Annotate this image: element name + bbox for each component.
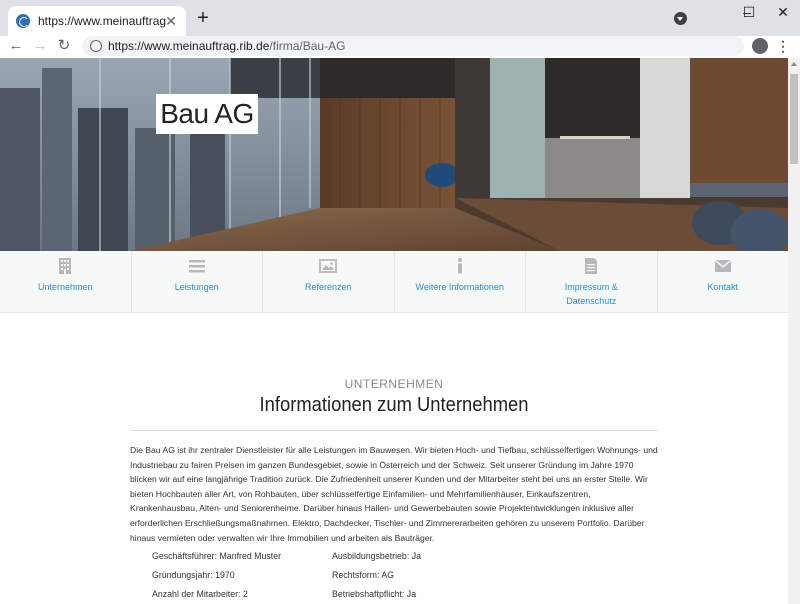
reload-icon[interactable]: ↻	[54, 36, 74, 58]
document-icon	[585, 258, 598, 274]
browser-menu-icon[interactable]: ⋮	[776, 36, 790, 56]
image-icon	[319, 259, 338, 273]
nav-label-unternehmen: Unternehmen	[37, 282, 93, 292]
nav-item-leistungen[interactable]: Leistungen	[132, 251, 263, 313]
company-nav-bar: Unternehmen Leistungen Referenzen Weiter…	[0, 251, 788, 313]
globe-icon	[90, 40, 102, 52]
fact-employee-count: Anzahl der Mitarbeiter: 2	[152, 589, 248, 599]
nav-label-referenzen: Referenzen	[304, 282, 352, 292]
tab-title: https://www.meinauftrag.rib.de/f	[38, 14, 166, 28]
browser-toolbar: ← → ↻ https://www.meinauftrag.rib.de/fir…	[0, 36, 800, 58]
nav-label-leistungen: Leistungen	[174, 282, 219, 292]
company-name-title: Bau AG	[160, 98, 254, 129]
nav-label-impressum: Impressum & Datenschutz	[564, 282, 618, 306]
browser-tab-bar: https://www.meinauftrag.rib.de/f ✕ + – ☐…	[0, 0, 800, 36]
fact-legal-form: Rechtsform: AG	[332, 570, 395, 580]
section-overline: UNTERNEHMEN	[344, 377, 444, 391]
section-title: Informationen zum Unternehmen	[259, 394, 529, 416]
nav-item-impressum[interactable]: Impressum & Datenschutz	[526, 251, 658, 313]
envelope-icon	[714, 259, 732, 272]
back-arrow-icon[interactable]: ←	[6, 36, 26, 58]
nav-item-weitere-informationen[interactable]: Weitere Informationen	[395, 251, 526, 313]
section-divider	[130, 430, 658, 431]
page-viewport: Bau AG Unternehmen Leistungen Referenzen	[0, 58, 788, 604]
address-bar[interactable]: https://www.meinauftrag.rib.de/firma/Bau…	[82, 36, 744, 56]
company-description: Die Bau AG ist ihr zentraler Dienstleist…	[130, 445, 658, 543]
fact-training-company: Ausbildungsbetrieb: Ja	[332, 551, 422, 561]
close-window-button[interactable]: ✕	[768, 2, 798, 22]
hero-title-box: Bau AG	[156, 94, 258, 134]
new-tab-button[interactable]: +	[192, 8, 214, 30]
nav-item-kontakt[interactable]: Kontakt	[658, 251, 789, 313]
url-text: https://www.meinauftrag.rib.de/firma/Bau…	[108, 38, 345, 54]
building-icon	[59, 258, 72, 274]
url-path: /firma/Bau-AG	[269, 39, 346, 53]
maximize-button[interactable]: ☐	[734, 2, 764, 22]
scroll-up-arrow-icon[interactable]	[791, 62, 797, 66]
forward-arrow-icon[interactable]: →	[30, 36, 50, 58]
nav-label-kontakt: Kontakt	[707, 282, 739, 292]
fact-founding-year: Gründungsjahr: 1970	[152, 570, 235, 580]
nav-item-referenzen[interactable]: Referenzen	[263, 251, 395, 313]
hero-banner: Bau AG	[0, 58, 788, 251]
fact-liability-insurance: Betriebshaftpflicht: Ja	[332, 589, 417, 599]
tab-search-icon[interactable]	[674, 12, 687, 25]
browser-tab[interactable]: https://www.meinauftrag.rib.de/f ✕	[8, 6, 186, 36]
page-scrollbar[interactable]	[788, 58, 800, 604]
url-host: https://www.meinauftrag.rib.de	[108, 39, 270, 53]
fact-managing-director: Geschäftsführer: Manfred Muster	[152, 551, 282, 561]
scrollbar-thumb[interactable]	[790, 74, 798, 164]
list-icon	[188, 260, 205, 273]
site-favicon-icon	[16, 14, 30, 28]
hero-image	[0, 58, 788, 251]
info-icon	[457, 258, 462, 274]
tab-close-icon[interactable]: ✕	[162, 12, 180, 30]
profile-avatar-icon[interactable]	[752, 38, 768, 54]
nav-item-unternehmen[interactable]: Unternehmen	[0, 251, 132, 313]
nav-label-weitere-informationen: Weitere Informationen	[415, 282, 504, 292]
